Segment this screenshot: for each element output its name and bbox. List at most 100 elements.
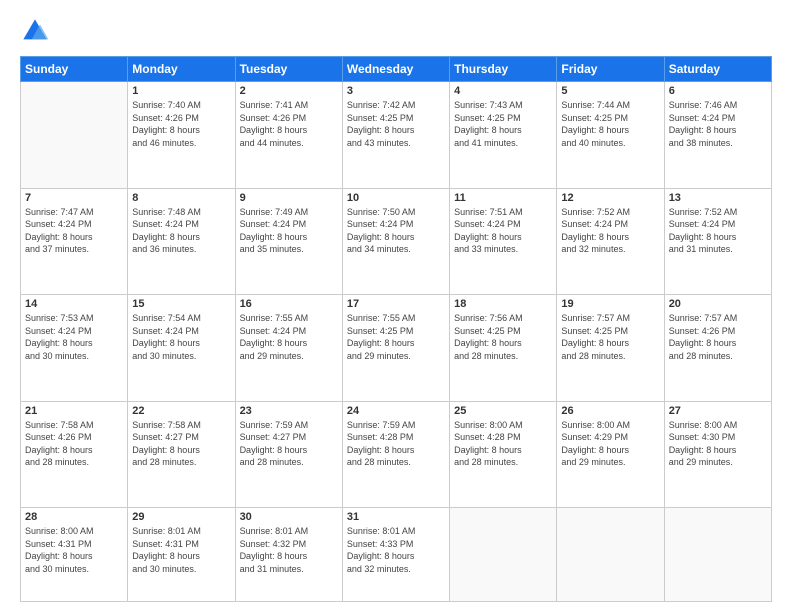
- day-number: 4: [454, 85, 552, 97]
- day-info: Sunrise: 7:59 AM Sunset: 4:27 PM Dayligh…: [240, 419, 338, 469]
- day-info: Sunrise: 8:00 AM Sunset: 4:28 PM Dayligh…: [454, 419, 552, 469]
- day-info: Sunrise: 7:56 AM Sunset: 4:25 PM Dayligh…: [454, 312, 552, 362]
- day-number: 1: [132, 85, 230, 97]
- day-number: 6: [669, 85, 767, 97]
- page: SundayMondayTuesdayWednesdayThursdayFrid…: [0, 0, 792, 612]
- day-number: 31: [347, 511, 445, 523]
- weekday-header-wednesday: Wednesday: [342, 57, 449, 82]
- calendar-cell: 7 Sunrise: 7:47 AM Sunset: 4:24 PM Daylig…: [21, 188, 128, 295]
- day-info: Sunrise: 7:57 AM Sunset: 4:26 PM Dayligh…: [669, 312, 767, 362]
- day-number: 14: [25, 298, 123, 310]
- day-number: 7: [25, 192, 123, 204]
- day-info: Sunrise: 8:00 AM Sunset: 4:30 PM Dayligh…: [669, 419, 767, 469]
- day-info: Sunrise: 7:59 AM Sunset: 4:28 PM Dayligh…: [347, 419, 445, 469]
- day-number: 13: [669, 192, 767, 204]
- calendar-cell: 2 Sunrise: 7:41 AM Sunset: 4:26 PM Daylig…: [235, 82, 342, 189]
- calendar-cell: 11Sunrise: 7:51 AM Sunset: 4:24 PM Dayli…: [450, 188, 557, 295]
- day-number: 19: [561, 298, 659, 310]
- calendar-cell: 30Sunrise: 8:01 AM Sunset: 4:32 PM Dayli…: [235, 508, 342, 602]
- week-row-4: 28 Sunrise: 8:00 AM Sunset: 4:31 PM Dayli…: [21, 508, 772, 602]
- calendar-cell: 10Sunrise: 7:50 AM Sunset: 4:24 PM Dayli…: [342, 188, 449, 295]
- day-number: 8: [132, 192, 230, 204]
- day-info: Sunrise: 7:41 AM Sunset: 4:26 PM Dayligh…: [240, 99, 338, 149]
- day-number: 29: [132, 511, 230, 523]
- day-number: 21: [25, 405, 123, 417]
- calendar-cell: 13 Sunrise: 7:52 AM Sunset: 4:24 PM Dayli…: [664, 188, 771, 295]
- day-info: Sunrise: 7:55 AM Sunset: 4:24 PM Dayligh…: [240, 312, 338, 362]
- day-number: 5: [561, 85, 659, 97]
- day-info: Sunrise: 8:01 AM Sunset: 4:31 PM Dayligh…: [132, 525, 230, 575]
- day-info: Sunrise: 7:42 AM Sunset: 4:25 PM Dayligh…: [347, 99, 445, 149]
- calendar-cell: 28 Sunrise: 8:00 AM Sunset: 4:31 PM Dayli…: [21, 508, 128, 602]
- weekday-header-row: SundayMondayTuesdayWednesdayThursdayFrid…: [21, 57, 772, 82]
- calendar-cell: 22 Sunrise: 7:58 AM Sunset: 4:27 PM Dayli…: [128, 401, 235, 508]
- calendar-cell: [664, 508, 771, 602]
- day-info: Sunrise: 8:00 AM Sunset: 4:31 PM Dayligh…: [25, 525, 123, 575]
- day-info: Sunrise: 7:52 AM Sunset: 4:24 PM Dayligh…: [561, 206, 659, 256]
- day-number: 9: [240, 192, 338, 204]
- calendar-cell: 19 Sunrise: 7:57 AM Sunset: 4:25 PM Dayli…: [557, 295, 664, 402]
- calendar-cell: 3 Sunrise: 7:42 AM Sunset: 4:25 PM Daylig…: [342, 82, 449, 189]
- week-row-3: 21 Sunrise: 7:58 AM Sunset: 4:26 PM Dayli…: [21, 401, 772, 508]
- calendar-cell: [450, 508, 557, 602]
- day-info: Sunrise: 7:52 AM Sunset: 4:24 PM Dayligh…: [669, 206, 767, 256]
- day-info: Sunrise: 7:44 AM Sunset: 4:25 PM Dayligh…: [561, 99, 659, 149]
- day-info: Sunrise: 7:53 AM Sunset: 4:24 PM Dayligh…: [25, 312, 123, 362]
- day-info: Sunrise: 7:58 AM Sunset: 4:26 PM Dayligh…: [25, 419, 123, 469]
- calendar-cell: 5 Sunrise: 7:44 AM Sunset: 4:25 PM Daylig…: [557, 82, 664, 189]
- day-info: Sunrise: 8:00 AM Sunset: 4:29 PM Dayligh…: [561, 419, 659, 469]
- day-number: 11: [454, 192, 552, 204]
- calendar-cell: [557, 508, 664, 602]
- day-number: 18: [454, 298, 552, 310]
- calendar-cell: 23 Sunrise: 7:59 AM Sunset: 4:27 PM Dayli…: [235, 401, 342, 508]
- week-row-2: 14 Sunrise: 7:53 AM Sunset: 4:24 PM Dayli…: [21, 295, 772, 402]
- weekday-header-friday: Friday: [557, 57, 664, 82]
- header: [20, 16, 772, 46]
- calendar-cell: 21 Sunrise: 7:58 AM Sunset: 4:26 PM Dayli…: [21, 401, 128, 508]
- day-number: 2: [240, 85, 338, 97]
- day-number: 25: [454, 405, 552, 417]
- calendar-cell: 27Sunrise: 8:00 AM Sunset: 4:30 PM Dayli…: [664, 401, 771, 508]
- calendar-cell: 17Sunrise: 7:55 AM Sunset: 4:25 PM Dayli…: [342, 295, 449, 402]
- calendar-cell: 1 Sunrise: 7:40 AM Sunset: 4:26 PM Daylig…: [128, 82, 235, 189]
- day-info: Sunrise: 7:55 AM Sunset: 4:25 PM Dayligh…: [347, 312, 445, 362]
- day-info: Sunrise: 8:01 AM Sunset: 4:33 PM Dayligh…: [347, 525, 445, 575]
- logo: [20, 16, 54, 46]
- day-info: Sunrise: 7:49 AM Sunset: 4:24 PM Dayligh…: [240, 206, 338, 256]
- day-number: 20: [669, 298, 767, 310]
- day-number: 24: [347, 405, 445, 417]
- calendar-cell: 8 Sunrise: 7:48 AM Sunset: 4:24 PM Daylig…: [128, 188, 235, 295]
- day-info: Sunrise: 7:57 AM Sunset: 4:25 PM Dayligh…: [561, 312, 659, 362]
- weekday-header-monday: Monday: [128, 57, 235, 82]
- day-info: Sunrise: 7:48 AM Sunset: 4:24 PM Dayligh…: [132, 206, 230, 256]
- weekday-header-saturday: Saturday: [664, 57, 771, 82]
- calendar-cell: 26 Sunrise: 8:00 AM Sunset: 4:29 PM Dayli…: [557, 401, 664, 508]
- day-info: Sunrise: 7:58 AM Sunset: 4:27 PM Dayligh…: [132, 419, 230, 469]
- day-number: 23: [240, 405, 338, 417]
- day-number: 22: [132, 405, 230, 417]
- calendar-cell: 4 Sunrise: 7:43 AM Sunset: 4:25 PM Daylig…: [450, 82, 557, 189]
- day-number: 15: [132, 298, 230, 310]
- week-row-1: 7 Sunrise: 7:47 AM Sunset: 4:24 PM Daylig…: [21, 188, 772, 295]
- day-info: Sunrise: 7:47 AM Sunset: 4:24 PM Dayligh…: [25, 206, 123, 256]
- calendar-cell: 15 Sunrise: 7:54 AM Sunset: 4:24 PM Dayli…: [128, 295, 235, 402]
- day-info: Sunrise: 7:54 AM Sunset: 4:24 PM Dayligh…: [132, 312, 230, 362]
- calendar-cell: 29 Sunrise: 8:01 AM Sunset: 4:31 PM Dayli…: [128, 508, 235, 602]
- calendar-cell: [21, 82, 128, 189]
- calendar-cell: 14 Sunrise: 7:53 AM Sunset: 4:24 PM Dayli…: [21, 295, 128, 402]
- day-info: Sunrise: 7:40 AM Sunset: 4:26 PM Dayligh…: [132, 99, 230, 149]
- calendar-cell: 9 Sunrise: 7:49 AM Sunset: 4:24 PM Daylig…: [235, 188, 342, 295]
- day-number: 30: [240, 511, 338, 523]
- logo-icon: [20, 16, 50, 46]
- day-number: 3: [347, 85, 445, 97]
- day-number: 28: [25, 511, 123, 523]
- weekday-header-sunday: Sunday: [21, 57, 128, 82]
- day-number: 10: [347, 192, 445, 204]
- calendar-cell: 16Sunrise: 7:55 AM Sunset: 4:24 PM Dayli…: [235, 295, 342, 402]
- weekday-header-thursday: Thursday: [450, 57, 557, 82]
- day-info: Sunrise: 7:43 AM Sunset: 4:25 PM Dayligh…: [454, 99, 552, 149]
- calendar-table: SundayMondayTuesdayWednesdayThursdayFrid…: [20, 56, 772, 602]
- calendar-cell: 6Sunrise: 7:46 AM Sunset: 4:24 PM Daylig…: [664, 82, 771, 189]
- day-number: 26: [561, 405, 659, 417]
- calendar-cell: 18 Sunrise: 7:56 AM Sunset: 4:25 PM Dayli…: [450, 295, 557, 402]
